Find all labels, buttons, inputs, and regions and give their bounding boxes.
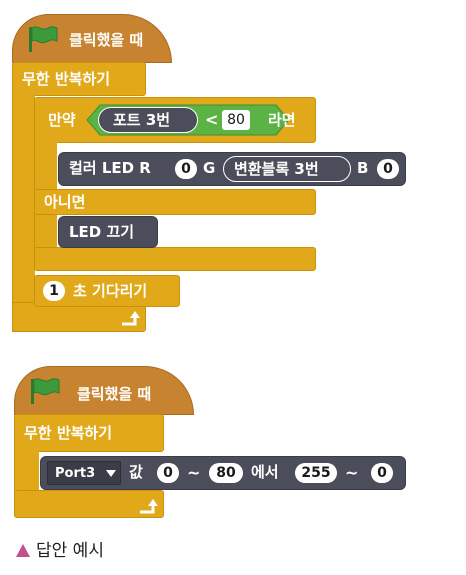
- sensor-label: 포트 3번: [113, 111, 171, 129]
- led-off-label: LED 끄기: [69, 223, 135, 241]
- port-value-map-block[interactable]: Port3 값 0 ~ 80 에서 255 ~ 0: [40, 456, 406, 490]
- green-flag-icon: [31, 378, 60, 404]
- if-label: 만약: [48, 111, 76, 129]
- forever-label: 무한 반복하기: [22, 70, 111, 88]
- caption: 답안 예시: [16, 536, 104, 561]
- dropdown-triangle-icon: [106, 470, 116, 477]
- green-flag-icon: [29, 26, 58, 52]
- port-select[interactable]: Port3: [47, 461, 121, 485]
- else-label: 아니면: [44, 193, 86, 211]
- to-low-input[interactable]: 255: [295, 463, 337, 483]
- hat-label: 클릭했을 때: [77, 385, 152, 403]
- from-low-input[interactable]: 0: [157, 463, 179, 483]
- converter-reporter[interactable]: 변환블록 3번: [223, 156, 351, 182]
- b-label: B: [357, 159, 369, 177]
- from-high-input[interactable]: 80: [209, 463, 243, 483]
- wait-value-input[interactable]: 1: [43, 281, 65, 301]
- wait-label: 초 기다리기: [73, 282, 148, 300]
- caption-text: 답안 예시: [36, 541, 104, 561]
- when-flag-clicked-block[interactable]: 클릭했을 때: [14, 366, 194, 415]
- color-led-block[interactable]: 컬러 LED R 0 G 변환블록 3번 B 0: [58, 152, 406, 186]
- forever-label: 무한 반복하기: [24, 424, 113, 442]
- compare-operator: <: [205, 110, 219, 129]
- in-label: 에서: [251, 463, 279, 481]
- b-value-input[interactable]: 0: [377, 159, 399, 179]
- hat-label: 클릭했을 때: [69, 31, 144, 49]
- port-select-value: Port3: [55, 466, 96, 481]
- led-off-block[interactable]: LED 끄기: [58, 216, 158, 248]
- loop-arrow-icon: [140, 499, 158, 514]
- to-high-input[interactable]: 0: [371, 463, 393, 483]
- compare-value-input[interactable]: 80: [222, 110, 250, 130]
- value-label: 값: [129, 463, 143, 481]
- when-flag-clicked-block[interactable]: 클릭했을 때: [12, 14, 172, 63]
- converter-label: 변환블록 3번: [234, 160, 319, 178]
- forever-left-wall: [12, 92, 35, 332]
- color-led-label: 컬러 LED R: [69, 159, 151, 177]
- loop-arrow-icon: [122, 311, 140, 326]
- if-bottom-arm: [34, 247, 316, 271]
- tilde-2: ~: [345, 463, 359, 482]
- wait-block[interactable]: 1 초 기다리기: [34, 275, 180, 307]
- then-label: 라면: [268, 111, 296, 129]
- tilde-1: ~: [187, 463, 201, 482]
- sensor-reporter[interactable]: 포트 3번: [98, 107, 198, 133]
- triangle-marker-icon: [16, 544, 30, 557]
- r-value-input[interactable]: 0: [175, 159, 197, 179]
- g-label: G: [203, 159, 216, 177]
